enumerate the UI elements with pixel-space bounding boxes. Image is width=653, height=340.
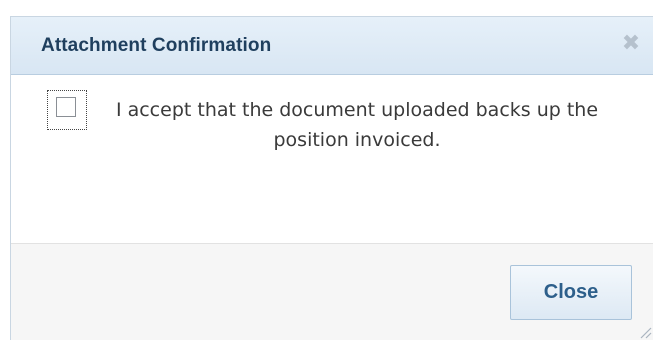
page: Attachment Confirmation ✖ I accept that … (0, 0, 653, 340)
resize-grip-icon[interactable] (636, 323, 652, 339)
dialog-footer: Close (11, 243, 653, 340)
accept-checkbox-label[interactable]: I accept that the document uploaded back… (97, 95, 617, 155)
dialog-titlebar[interactable]: Attachment Confirmation ✖ (11, 17, 653, 75)
dialog-content: I accept that the document uploaded back… (11, 75, 653, 243)
dialog-title: Attachment Confirmation (41, 35, 272, 56)
accept-checkbox[interactable] (56, 97, 76, 117)
close-button[interactable]: Close (510, 265, 632, 320)
checkbox-focus-outline (47, 90, 87, 130)
close-icon[interactable]: ✖ (618, 31, 644, 57)
attachment-confirmation-dialog: Attachment Confirmation ✖ I accept that … (10, 16, 653, 340)
